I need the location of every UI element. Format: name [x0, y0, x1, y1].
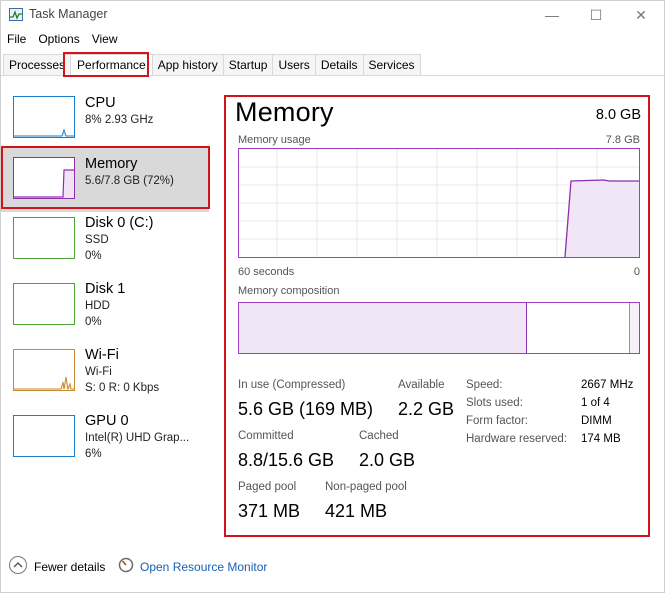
- close-button[interactable]: ✕: [618, 1, 664, 29]
- memory-total: 8.0 GB: [595, 107, 641, 123]
- available-label: Available: [398, 379, 445, 391]
- in-use-value: 5.6 GB (169 MB): [238, 399, 374, 419]
- memory-usage-label: Memory usage: [238, 134, 311, 146]
- memory-usage-graph: [238, 148, 640, 258]
- paged-pool-value: 371 MB: [238, 501, 301, 521]
- sidebar-item-memory[interactable]: Memory 5.6/7.8 GB (72%): [1, 148, 209, 212]
- maximize-icon: ☐: [589, 6, 603, 23]
- hardware-reserved-value: 174 MB: [581, 433, 621, 445]
- close-icon: ✕: [635, 6, 647, 23]
- memory-composition-bar: [238, 302, 640, 354]
- fewer-details-link[interactable]: Fewer details: [34, 560, 105, 574]
- menu-file[interactable]: File: [1, 30, 32, 50]
- composition-in-use: [239, 303, 527, 353]
- sidebar-item-detail: 8% 2.93 GHz: [85, 114, 154, 126]
- memory-composition-label: Memory composition: [238, 285, 340, 297]
- sidebar-item-label: CPU: [85, 95, 116, 111]
- in-use-label: In use (Compressed): [238, 379, 346, 391]
- speed-label: Speed:: [466, 379, 503, 391]
- tab-users[interactable]: Users: [272, 54, 316, 75]
- sidebar-item-detail: Intel(R) UHD Grap...: [85, 432, 190, 444]
- open-resource-monitor-link[interactable]: Open Resource Monitor: [140, 560, 267, 574]
- tab-divider: [1, 75, 664, 76]
- menu-bar: File Options View: [1, 30, 124, 50]
- menu-options[interactable]: Options: [32, 30, 85, 50]
- graph-time-start: 60 seconds: [238, 266, 295, 278]
- composition-standby: [629, 303, 639, 353]
- maximize-button[interactable]: ☐: [573, 1, 619, 29]
- form-factor-value: DIMM: [581, 415, 612, 427]
- panel-title: Memory: [235, 97, 334, 127]
- paged-pool-label: Paged pool: [238, 481, 297, 493]
- minimize-button[interactable]: —: [529, 1, 575, 29]
- sidebar-item-label: Memory: [85, 156, 138, 172]
- slots-used-label: Slots used:: [466, 397, 523, 409]
- disk-thumbnail-graph: [13, 217, 75, 259]
- non-paged-pool-label: Non-paged pool: [325, 481, 407, 493]
- tab-app-history[interactable]: App history: [151, 54, 224, 75]
- task-manager-icon: [9, 8, 23, 21]
- sidebar-item-detail: 6%: [85, 448, 102, 460]
- memory-detail-panel: Memory 8.0 GB Memory usage 7.8 GB 60 sec…: [225, 96, 649, 536]
- sidebar-item-detail: SSD: [85, 234, 109, 246]
- sidebar-item-detail: HDD: [85, 300, 110, 312]
- task-manager-window: Task Manager — ☐ ✕ File Options View Pro…: [0, 0, 665, 593]
- memory-usage-svg: [239, 149, 639, 257]
- resource-monitor-icon: [118, 557, 134, 573]
- sidebar-item-gpu-0[interactable]: GPU 0 Intel(R) UHD Grap... 6%: [1, 407, 209, 471]
- tab-bar: Processes Performance App history Startu…: [3, 54, 421, 75]
- memory-usage-max: 7.8 GB: [605, 134, 640, 146]
- title-bar: Task Manager — ☐ ✕: [1, 1, 664, 29]
- sidebar-item-disk-1[interactable]: Disk 1 HDD 0%: [1, 275, 209, 339]
- committed-value: 8.8/15.6 GB: [238, 450, 335, 470]
- committed-label: Committed: [238, 430, 294, 442]
- sidebar-item-detail: 0%: [85, 250, 102, 262]
- hardware-reserved-label: Hardware reserved:: [466, 433, 567, 445]
- wifi-thumbnail-graph: [13, 349, 75, 391]
- cached-label: Cached: [359, 430, 399, 442]
- memory-usage-area: [565, 180, 639, 257]
- sidebar-item-disk-0[interactable]: Disk 0 (C:) SSD 0%: [1, 209, 209, 273]
- gpu-thumbnail-graph: [13, 415, 75, 457]
- fewer-details-chevron-icon[interactable]: [9, 556, 27, 574]
- non-paged-pool-value: 421 MB: [325, 501, 388, 521]
- available-value: 2.2 GB: [398, 399, 455, 419]
- tab-details[interactable]: Details: [314, 54, 364, 75]
- window-title: Task Manager: [29, 7, 108, 21]
- footer-bar: Fewer details Open Resource Monitor: [1, 551, 664, 581]
- sidebar-item-wifi[interactable]: Wi-Fi Wi-Fi S: 0 R: 0 Kbps: [1, 341, 209, 405]
- slots-used-value: 1 of 4: [581, 397, 610, 409]
- sidebar-item-detail: 0%: [85, 316, 102, 328]
- tab-startup[interactable]: Startup: [222, 54, 274, 75]
- tab-services[interactable]: Services: [362, 54, 421, 75]
- disk-thumbnail-graph: [13, 283, 75, 325]
- cached-value: 2.0 GB: [359, 450, 416, 470]
- form-factor-label: Form factor:: [466, 415, 528, 427]
- tab-performance[interactable]: Performance: [70, 54, 153, 75]
- cpu-thumbnail-graph: [13, 96, 75, 138]
- speed-value: 2667 MHz: [581, 379, 634, 391]
- tab-processes[interactable]: Processes: [3, 54, 72, 75]
- sidebar-item-label: Wi-Fi: [85, 347, 119, 363]
- graph-time-end: 0: [633, 266, 640, 278]
- memory-thumbnail-graph: [13, 157, 75, 199]
- sidebar-item-label: Disk 1: [85, 281, 126, 297]
- minimize-icon: —: [545, 7, 559, 23]
- sidebar-item-detail: Wi-Fi: [85, 366, 112, 378]
- sidebar-item-detail: S: 0 R: 0 Kbps: [85, 382, 160, 394]
- menu-view[interactable]: View: [86, 30, 124, 50]
- sidebar-item-cpu[interactable]: CPU 8% 2.93 GHz: [1, 87, 209, 151]
- sidebar-item-label: GPU 0: [85, 413, 129, 429]
- resource-sidebar: CPU 8% 2.93 GHz Memory 5.6/7.8 GB (72%) …: [1, 87, 211, 527]
- sidebar-item-label: Disk 0 (C:): [85, 215, 154, 231]
- sidebar-item-detail: 5.6/7.8 GB (72%): [85, 175, 174, 187]
